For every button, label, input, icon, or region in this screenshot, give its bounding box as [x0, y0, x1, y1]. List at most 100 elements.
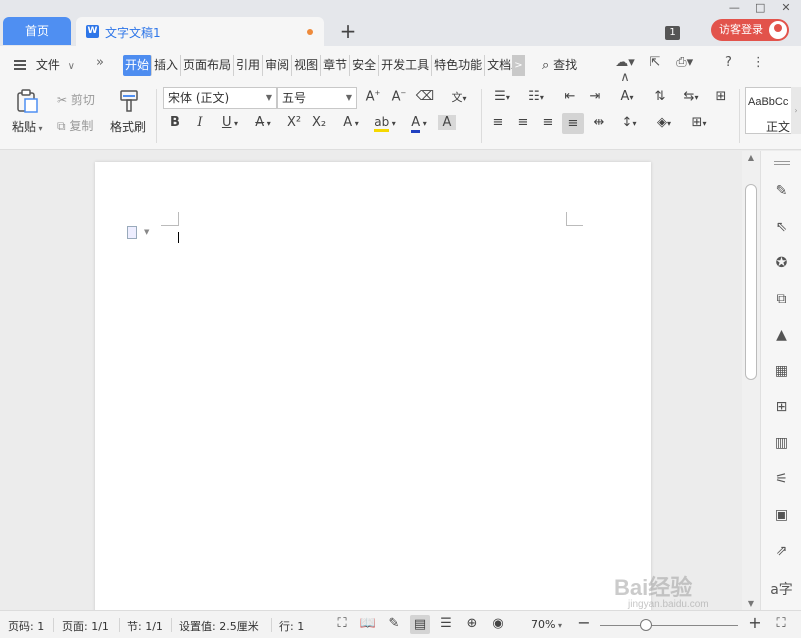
tab-features[interactable]: 特色功能	[432, 55, 486, 76]
share-icon[interactable]: ⇱	[642, 55, 668, 70]
table-layout-icon[interactable]: ⊞	[711, 89, 731, 104]
styles-icon[interactable]: ▲	[761, 327, 801, 343]
superscript-button[interactable]: X²	[283, 115, 305, 130]
text-direction-icon[interactable]: A▾	[613, 89, 641, 104]
sidebar-handle-icon[interactable]	[774, 161, 790, 162]
clear-format-icon[interactable]: ⌫	[415, 89, 435, 104]
share-out-icon[interactable]: ⇗	[761, 543, 801, 559]
shrink-font-icon[interactable]: A−	[389, 89, 409, 104]
chevron-down-icon[interactable]: ▼	[144, 228, 149, 236]
reading-mode-icon[interactable]: 📖	[358, 616, 378, 631]
tab-references[interactable]: 引用	[234, 55, 264, 76]
align-center-icon[interactable]: ≡	[513, 115, 533, 130]
tab-developer[interactable]: 开发工具	[379, 55, 433, 76]
highlight-button[interactable]: ab ▾	[370, 115, 400, 132]
show-marks-icon[interactable]: ⇆▾	[677, 89, 705, 104]
zoom-in-icon[interactable]: +	[745, 613, 765, 632]
tab-section[interactable]: 章节	[321, 55, 351, 76]
paste-icon[interactable]	[14, 88, 40, 114]
borders-icon[interactable]: ⊞▾	[685, 115, 713, 130]
more-options-icon[interactable]: ⋮	[745, 55, 771, 70]
chart-icon[interactable]: ▥	[761, 435, 801, 451]
cursor-select-icon[interactable]: ⇖	[761, 219, 801, 235]
status-line[interactable]: 行: 1	[279, 618, 304, 634]
subscript-button[interactable]: X₂	[308, 115, 330, 130]
outline-view-icon[interactable]: ☰	[436, 616, 456, 631]
tab-view[interactable]: 视图	[292, 55, 322, 76]
eye-protection-icon[interactable]: ◉	[488, 616, 508, 631]
format-painter-icon[interactable]	[117, 88, 141, 114]
table-icon[interactable]: ▦	[761, 363, 801, 379]
zoom-slider-handle[interactable]	[640, 619, 652, 631]
tab-home[interactable]: 首页	[3, 17, 71, 45]
italic-button[interactable]: I	[191, 115, 209, 130]
translate-icon[interactable]: a字	[761, 579, 801, 599]
document-page[interactable]: ▼	[95, 162, 651, 610]
settings-sliders-icon[interactable]: ⚟	[761, 471, 801, 487]
scroll-up-icon[interactable]: ▲	[742, 153, 760, 162]
page-view-icon[interactable]: ▤	[410, 615, 430, 634]
zoom-level[interactable]: 70% ▾	[531, 618, 562, 631]
grow-font-icon[interactable]: A+	[363, 89, 383, 104]
tab-security[interactable]: 安全	[350, 55, 380, 76]
more-menus-icon[interactable]: »	[96, 55, 104, 70]
cloud-sync-icon[interactable]: ☁▾	[612, 55, 638, 70]
font-name-select[interactable]: 宋体 (正文) ▼	[163, 87, 277, 109]
decrease-indent-icon[interactable]: ⇤	[560, 89, 580, 104]
sort-icon[interactable]: ⇅	[650, 89, 670, 104]
format-painter-button[interactable]: 格式刷	[110, 118, 146, 135]
tab-page-layout[interactable]: 页面布局	[181, 55, 235, 76]
line-spacing-icon[interactable]: ↕▾	[615, 115, 643, 130]
zoom-out-icon[interactable]: −	[574, 613, 594, 632]
new-tab-button[interactable]: +	[338, 18, 358, 44]
status-setting-value[interactable]: 设置值: 2.5厘米	[179, 618, 259, 634]
print-icon[interactable]: ⎙▾	[672, 55, 698, 70]
align-right-icon[interactable]: ≡	[538, 115, 558, 130]
help-icon[interactable]: ?	[715, 55, 741, 70]
paragraph-layout-icon[interactable]	[127, 226, 137, 239]
pen-icon[interactable]: ✎	[761, 183, 801, 199]
web-view-icon[interactable]: ⊕	[462, 616, 482, 631]
text-effect-button[interactable]: A ▾	[337, 115, 365, 130]
fit-page-icon[interactable]: ⛶	[771, 616, 791, 631]
phonetic-guide-icon[interactable]: 文▾	[444, 89, 474, 105]
increase-indent-icon[interactable]: ⇥	[585, 89, 605, 104]
tab-start[interactable]: 开始	[123, 55, 153, 76]
underline-button[interactable]: U ▾	[216, 115, 244, 130]
justify-icon[interactable]: ≡	[562, 113, 584, 134]
status-page-number[interactable]: 页码: 1	[8, 618, 44, 634]
strikethrough-button[interactable]: A ▾	[249, 115, 277, 130]
shading-fill-icon[interactable]: ◈▾	[650, 115, 678, 130]
badge-icon[interactable]: ✪	[761, 255, 801, 271]
tab-review[interactable]: 审阅	[263, 55, 293, 76]
cut-button[interactable]: ✂ 剪切	[57, 91, 95, 108]
status-section[interactable]: 节: 1/1	[127, 618, 163, 634]
distribute-icon[interactable]: ⇹	[589, 115, 609, 130]
character-shading-button[interactable]: A	[438, 115, 456, 130]
minimize-button[interactable]: —	[723, 1, 745, 15]
style-normal[interactable]: AaBbCc 正文	[745, 87, 793, 134]
status-pages[interactable]: 页面: 1/1	[62, 618, 109, 634]
paste-button[interactable]: 粘贴 ▾	[12, 118, 43, 135]
font-size-select[interactable]: 五号 ▼	[277, 87, 357, 109]
close-button[interactable]: ✕	[775, 1, 797, 15]
guest-login-button[interactable]: 访客登录	[711, 19, 789, 41]
window-count-badge[interactable]: 1	[665, 26, 680, 40]
shapes-icon[interactable]: ⧉	[761, 291, 801, 307]
maximize-button[interactable]: □	[749, 1, 771, 15]
copy-button[interactable]: ⧉ 复制	[57, 117, 93, 134]
tab-document[interactable]: W 文字文稿1	[76, 17, 324, 46]
find-button[interactable]: ⌕ 查找	[542, 56, 577, 73]
scroll-down-icon[interactable]: ▼	[742, 599, 760, 608]
scroll-thumb[interactable]	[745, 184, 757, 380]
fullscreen-icon[interactable]: ⛶	[332, 616, 352, 631]
vertical-scrollbar[interactable]: ▲ ▼	[742, 151, 760, 610]
numbered-list-icon[interactable]: ☷▾	[522, 89, 550, 104]
file-menu[interactable]: 文件 ∨	[14, 56, 75, 73]
apps-grid-icon[interactable]: ⊞	[761, 399, 801, 415]
zoom-slider[interactable]	[600, 625, 738, 626]
edit-mode-icon[interactable]: ✎	[384, 616, 404, 631]
tabs-scroll-right-icon[interactable]: >	[512, 55, 525, 76]
image-icon[interactable]: ▣	[761, 507, 801, 523]
align-left-icon[interactable]: ≡	[488, 115, 508, 130]
